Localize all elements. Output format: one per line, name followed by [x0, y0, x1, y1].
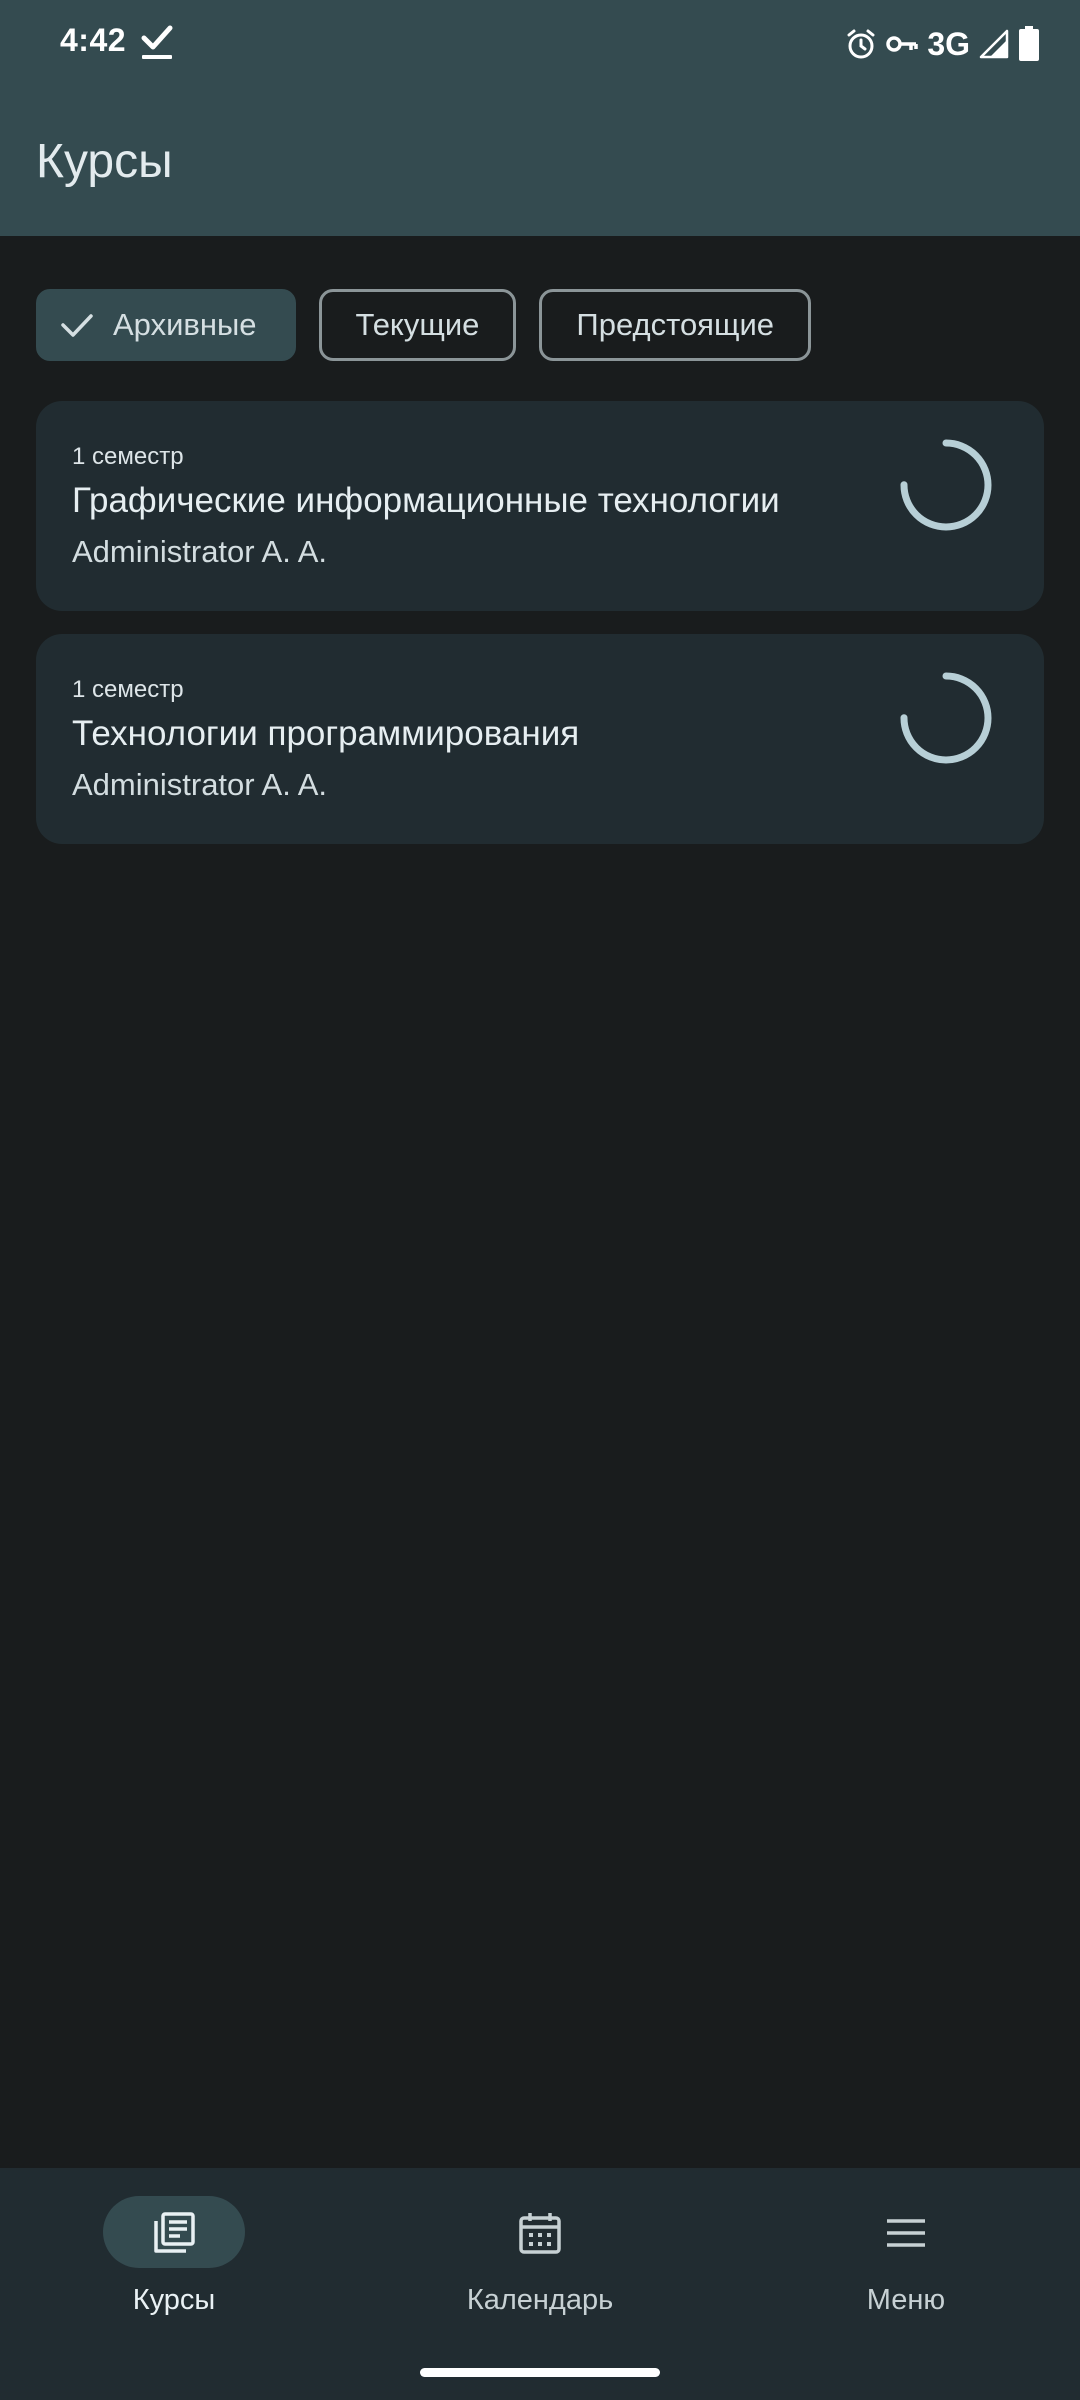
- status-bar: 4:42 3G: [0, 0, 1080, 88]
- check-icon: [61, 314, 93, 337]
- status-time: 4:42: [60, 22, 127, 58]
- chip-label: Архивные: [113, 307, 257, 342]
- calendar-icon: [519, 2213, 561, 2254]
- vpn-key-icon: [886, 36, 919, 52]
- nav-item-calendar[interactable]: Календарь: [420, 2196, 660, 2326]
- menu-icon: [887, 2219, 925, 2247]
- course-semester: 1 семестр: [72, 676, 184, 703]
- bottom-navigation: Курсы Календарь Меню: [0, 2168, 1080, 2400]
- progress-ring-icon: [900, 439, 992, 531]
- page-title: Курсы: [36, 135, 173, 188]
- nav-label: Курсы: [132, 2284, 216, 2316]
- course-card[interactable]: 1 семестр Технологии программирования Ad…: [36, 634, 1044, 844]
- course-teacher: Administrator A. A.: [72, 534, 327, 569]
- nav-item-courses[interactable]: Курсы: [54, 2196, 294, 2326]
- nav-item-menu[interactable]: Меню: [786, 2196, 1026, 2326]
- chip-upcoming[interactable]: Предстоящие: [539, 289, 812, 361]
- alarm-icon: [847, 29, 875, 59]
- courses-icon: [154, 2212, 195, 2253]
- filter-chips: Архивные Текущие Предстоящие: [36, 289, 812, 361]
- status-icons: 3G: [845, 22, 1040, 66]
- course-title: Технологии программирования: [72, 714, 580, 753]
- battery-icon: [1019, 26, 1039, 61]
- gesture-handle[interactable]: [420, 2368, 660, 2377]
- app-bar: Курсы: [0, 88, 1080, 236]
- chip-current[interactable]: Текущие: [318, 289, 517, 361]
- chip-label: Предстоящие: [576, 307, 775, 342]
- check-icon: [141, 25, 173, 59]
- chip-archived[interactable]: Архивные: [36, 289, 296, 361]
- nav-label: Меню: [866, 2284, 946, 2316]
- course-title: Графические информационные технологии: [72, 481, 780, 520]
- progress-ring-icon: [900, 672, 992, 764]
- signal-icon: [979, 29, 1009, 59]
- network-type: 3G: [927, 25, 970, 62]
- chip-label: Текущие: [355, 307, 480, 342]
- course-card[interactable]: 1 семестр Графические информационные тех…: [36, 401, 1044, 611]
- course-semester: 1 семестр: [72, 443, 184, 470]
- nav-label: Календарь: [466, 2284, 614, 2316]
- course-teacher: Administrator A. A.: [72, 767, 327, 802]
